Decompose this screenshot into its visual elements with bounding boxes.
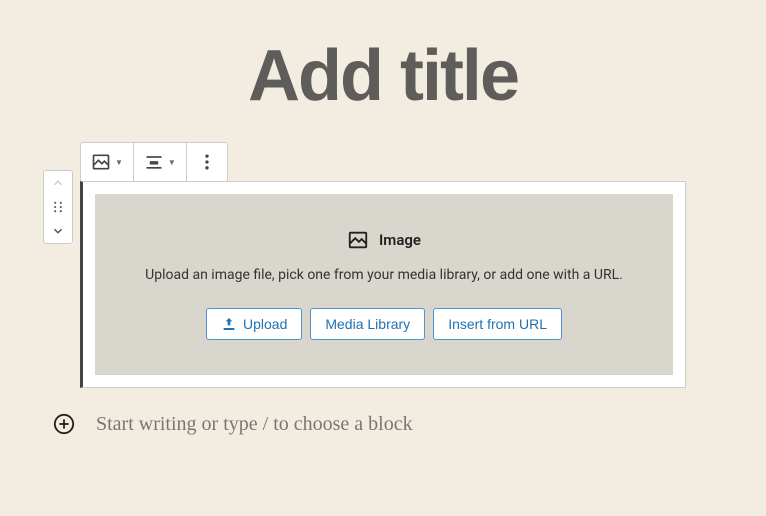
- move-up-button[interactable]: [44, 171, 72, 195]
- more-options-button[interactable]: [187, 143, 227, 181]
- more-vertical-icon: [197, 152, 217, 172]
- drag-icon: [51, 200, 65, 214]
- block-type-button[interactable]: ▼: [81, 143, 134, 181]
- image-placeholder: Image Upload an image file, pick one fro…: [95, 194, 673, 375]
- align-button[interactable]: ▼: [134, 143, 187, 181]
- appender-prompt[interactable]: Start writing or type / to choose a bloc…: [96, 413, 413, 436]
- chevron-down-icon: [51, 224, 65, 238]
- media-library-button[interactable]: Media Library: [310, 308, 425, 340]
- drag-handle[interactable]: [44, 195, 72, 219]
- chevron-up-icon: [51, 176, 65, 190]
- insert-url-button[interactable]: Insert from URL: [433, 308, 562, 340]
- block-appender: Start writing or type / to choose a bloc…: [50, 410, 686, 438]
- media-library-button-label: Media Library: [325, 316, 410, 332]
- post-title-input[interactable]: Add title: [80, 35, 686, 117]
- image-icon: [347, 229, 369, 251]
- title-area: Add title: [80, 20, 686, 142]
- upload-button[interactable]: Upload: [206, 308, 302, 340]
- image-icon: [91, 152, 111, 172]
- caret-down-icon: ▼: [168, 158, 176, 167]
- move-down-button[interactable]: [44, 219, 72, 243]
- block-toolbar: ▼ ▼: [80, 142, 228, 182]
- image-block[interactable]: Image Upload an image file, pick one fro…: [80, 181, 686, 388]
- add-block-button[interactable]: [50, 410, 78, 438]
- align-center-icon: [144, 152, 164, 172]
- upload-icon: [221, 316, 237, 332]
- image-block-wrapper: ▼ ▼ Image Upload an image file, pick one…: [80, 142, 686, 388]
- placeholder-description: Upload an image file, pick one from your…: [125, 267, 643, 283]
- plus-circle-icon: [53, 413, 75, 435]
- upload-button-label: Upload: [243, 316, 287, 332]
- insert-url-button-label: Insert from URL: [448, 316, 547, 332]
- block-movers: [43, 170, 73, 244]
- placeholder-title: Image: [379, 231, 421, 249]
- caret-down-icon: ▼: [115, 158, 123, 167]
